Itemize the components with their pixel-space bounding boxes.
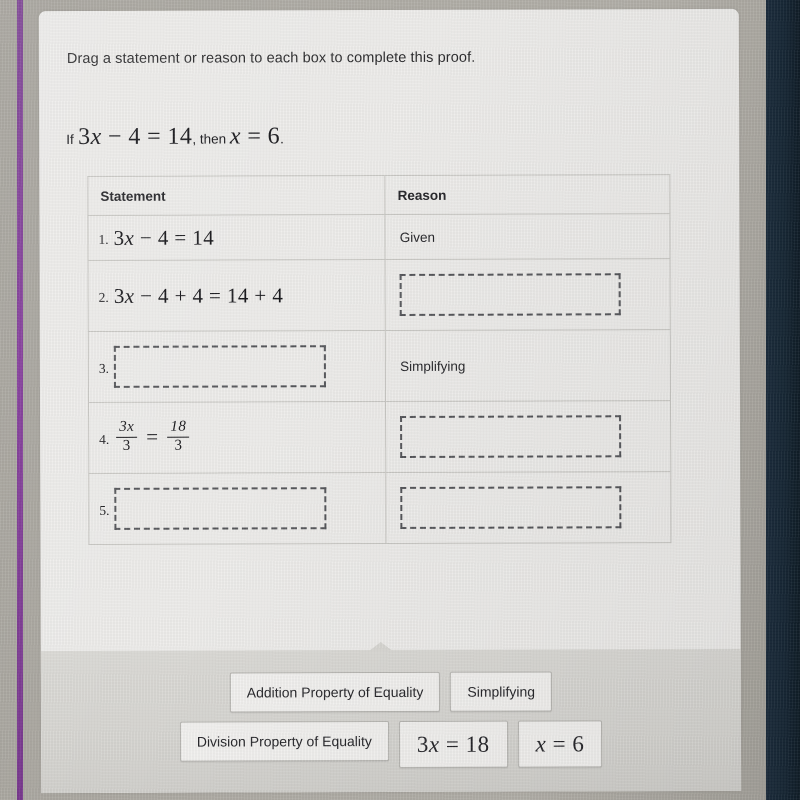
table-row: 2. 3x − 4 + 4 = 14 + 4 xyxy=(88,258,671,332)
statement-cell-4: 4. 3x 3 = 18 3 xyxy=(88,401,386,474)
fraction-equals: = xyxy=(146,424,159,449)
tray-rows: Addition Property of Equality Simplifyin… xyxy=(41,671,741,778)
tray-caret-icon xyxy=(368,641,393,652)
proof-table-body: 1. 3x − 4 = 14 Given 2. 3x − 4 + 4 = 14 … xyxy=(87,213,671,545)
table-row: 4. 3x 3 = 18 3 xyxy=(88,400,671,474)
statement-cell-3: 3. xyxy=(88,330,386,403)
fraction-left-denominator: 3 xyxy=(122,437,131,454)
tray-row-1: Addition Property of Equality Simplifyin… xyxy=(41,671,741,713)
draggable-tile-division-property[interactable]: Division Property of Equality xyxy=(179,721,389,762)
draggable-tile-addition-property[interactable]: Addition Property of Equality xyxy=(229,671,441,713)
proof-table-header: Statement Reason xyxy=(87,174,670,216)
theorem-statement: If 3x − 4 = 14, then x = 6. xyxy=(66,123,284,151)
tile-label: Addition Property of Equality xyxy=(246,683,424,701)
activity-card: Drag a statement or reason to each box t… xyxy=(38,8,742,794)
step-number-3: 3. xyxy=(98,360,110,376)
column-header-statement: Statement xyxy=(87,175,386,216)
statement-cell-5: 5. xyxy=(88,472,387,545)
reason-text-3: Simplifying xyxy=(400,358,466,374)
fraction-left: 3x 3 xyxy=(116,419,138,455)
answer-bank-tray: Addition Property of Equality Simplifyin… xyxy=(40,641,742,794)
theorem-then-label: , then xyxy=(192,131,230,147)
proof-table: Statement Reason 1. 3x − 4 = 14 Given 2.… xyxy=(87,174,671,545)
header-row: Statement Reason xyxy=(87,174,670,216)
tray-row-2: Division Property of Equality 3x = 18 x … xyxy=(41,720,741,769)
tile-label: Division Property of Equality xyxy=(196,733,372,750)
theorem-conclusion: x = 6 xyxy=(229,123,281,150)
dropzone-reason-2[interactable] xyxy=(399,273,621,316)
tile-label: Simplifying xyxy=(467,683,536,700)
statement-cell-2: 2. 3x − 4 + 4 = 14 + 4 xyxy=(88,259,386,332)
fraction-right: 18 3 xyxy=(167,418,190,454)
dropzone-statement-5[interactable] xyxy=(114,487,327,530)
instruction-text: Drag a statement or reason to each box t… xyxy=(66,49,476,68)
dropzone-statement-3[interactable] xyxy=(113,345,327,388)
theorem-if-label: If xyxy=(66,131,74,148)
theorem-period: . xyxy=(280,131,284,147)
statement-math-4: 3x 3 = 18 3 xyxy=(114,418,191,455)
draggable-tile-x-equals-6[interactable]: x = 6 xyxy=(517,720,603,768)
right-dark-band xyxy=(766,0,800,800)
theorem-hypothesis: 3x − 4 = 14 xyxy=(78,123,193,150)
statement-math-1: 3x − 4 = 14 xyxy=(113,225,215,250)
fraction-right-denominator: 3 xyxy=(174,437,183,454)
tile-label: x = 6 xyxy=(535,731,585,757)
fraction-right-numerator: 18 xyxy=(167,418,190,438)
draggable-tile-simplifying[interactable]: Simplifying xyxy=(450,671,553,712)
step-number-2: 2. xyxy=(98,289,109,305)
reason-cell-2 xyxy=(385,258,671,331)
left-accent-rail xyxy=(17,0,23,800)
column-header-reason: Reason xyxy=(384,174,670,215)
table-row: 3. Simplifying xyxy=(88,329,671,403)
statement-math-2: 3x − 4 + 4 = 14 + 4 xyxy=(113,282,284,308)
fraction-left-numerator: 3x xyxy=(116,419,138,438)
reason-cell-1: Given xyxy=(385,213,671,260)
reason-text-1: Given xyxy=(399,229,435,245)
reason-cell-4 xyxy=(385,400,671,473)
draggable-tile-3x-equals-18[interactable]: 3x = 18 xyxy=(398,720,508,768)
table-row: 1. 3x − 4 = 14 Given xyxy=(87,213,671,261)
step-number-1: 1. xyxy=(98,231,109,247)
step-number-5: 5. xyxy=(99,502,110,518)
dropzone-reason-4[interactable] xyxy=(400,415,622,458)
dropzone-reason-5[interactable] xyxy=(400,486,622,529)
step-number-4: 4. xyxy=(99,431,110,447)
reason-cell-3: Simplifying xyxy=(385,329,671,402)
table-row: 5. xyxy=(88,471,671,545)
reason-cell-5 xyxy=(385,471,671,544)
tile-label: 3x = 18 xyxy=(416,731,490,757)
statement-cell-1: 1. 3x − 4 = 14 xyxy=(87,214,386,261)
